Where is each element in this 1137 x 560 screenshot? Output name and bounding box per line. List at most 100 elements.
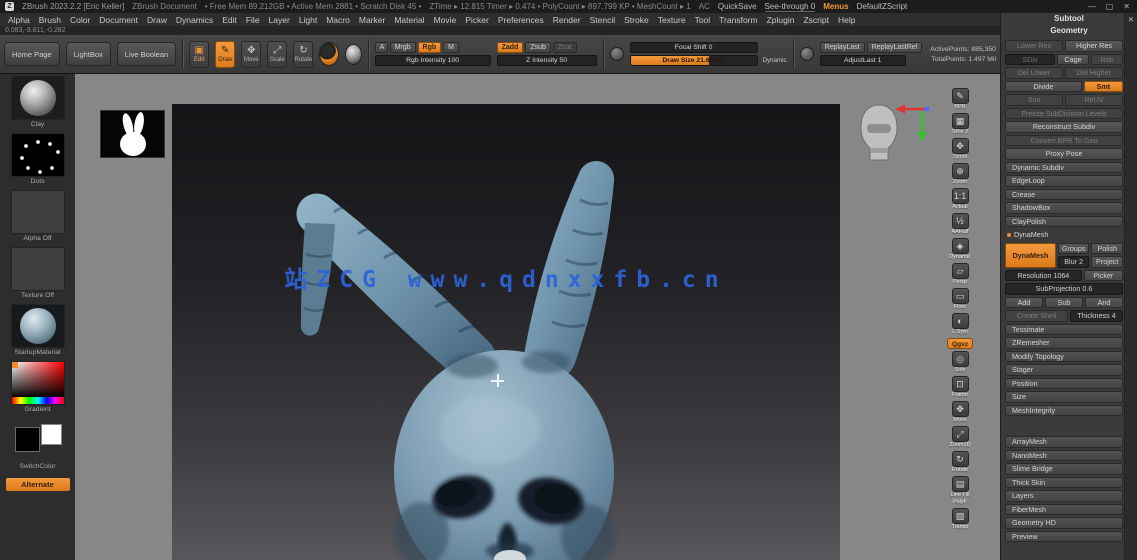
- qgvz-button[interactable]: Qgvz: [947, 338, 973, 349]
- shelf-item-l-sym[interactable]: ◐ L.Sym: [951, 313, 969, 336]
- adjust-gizmo-icon[interactable]: [799, 47, 814, 61]
- menu-layer[interactable]: Layer: [269, 15, 290, 25]
- blur-slider[interactable]: Blur 2: [1057, 256, 1090, 268]
- groups-toggle[interactable]: Groups: [1057, 242, 1090, 254]
- tessimate-section[interactable]: Tessimate: [1005, 323, 1123, 335]
- dynamesh-section-label[interactable]: DynaMesh: [1014, 230, 1048, 239]
- subprojection-slider[interactable]: SubProjection 0.6: [1005, 283, 1123, 295]
- shelf-item-line-fill-polyf[interactable]: ▤ Line Fill PolyF: [944, 476, 976, 506]
- black-swatch[interactable]: [14, 427, 40, 452]
- menu-material[interactable]: Material: [394, 15, 424, 25]
- menu-transform[interactable]: Transform: [719, 15, 757, 25]
- white-swatch[interactable]: [40, 424, 62, 445]
- panel-scrollbar[interactable]: [1124, 13, 1137, 560]
- rgb-intensity-slider[interactable]: Rgb Intensity 100: [374, 55, 491, 66]
- menu-alpha[interactable]: Alpha: [8, 15, 30, 25]
- section-preview[interactable]: Preview: [1005, 530, 1123, 542]
- adjust-last-slider[interactable]: AdjustLast 1: [819, 55, 906, 66]
- clay-thumbnail[interactable]: [10, 76, 65, 120]
- menu-movie[interactable]: Movie: [434, 15, 457, 25]
- shelf-item-solo[interactable]: ◎ Solo: [951, 351, 969, 374]
- menu-help[interactable]: Help: [838, 15, 855, 25]
- z-intensity-slider[interactable]: Z Intensity 50: [496, 55, 597, 66]
- skull-model[interactable]: [172, 104, 840, 560]
- menu-document[interactable]: Document: [99, 15, 138, 25]
- scale-mode-button[interactable]: ⤢ Scale: [267, 40, 288, 68]
- document-canvas[interactable]: 站ZCG www.qdnxxfb.cn: [172, 104, 840, 560]
- menu-render[interactable]: Render: [553, 15, 581, 25]
- menu-color[interactable]: Color: [70, 15, 90, 25]
- project-toggle[interactable]: Project: [1091, 256, 1124, 268]
- gradient-thumbnail[interactable]: [10, 361, 65, 405]
- section-arraymesh[interactable]: ArrayMesh: [1005, 436, 1123, 448]
- menu-edit[interactable]: Edit: [222, 15, 237, 25]
- shelf-item-persp[interactable]: ▱ Persp: [951, 263, 969, 286]
- shelf-item-qgvz[interactable]: Qgvz: [947, 338, 973, 349]
- hue-strip[interactable]: [11, 397, 64, 404]
- subtool-palette-header[interactable]: Subtool: [1001, 13, 1137, 25]
- section-geometry-hd[interactable]: Geometry HD: [1005, 517, 1123, 529]
- replay-last-button[interactable]: ReplayLast: [819, 42, 865, 53]
- texture-off-thumbnail[interactable]: [10, 247, 65, 291]
- claypolish-section[interactable]: ClayPolish: [1005, 215, 1123, 227]
- shelf-item-aahalf[interactable]: ½ AAHalf: [951, 213, 969, 236]
- rotate-mode-button[interactable]: ↻ Rotate: [293, 40, 314, 68]
- shelf-item-zoom3d[interactable]: ⤢ Zoom3D: [949, 426, 971, 449]
- del-higher-button[interactable]: Del Higher: [1065, 67, 1123, 79]
- m-button[interactable]: M: [443, 42, 459, 53]
- zsub-button[interactable]: Zsub: [525, 42, 551, 53]
- zcut-button[interactable]: Zcut: [552, 42, 577, 53]
- panel-close-icon[interactable]: ✕: [1128, 15, 1134, 24]
- brush-alpha-preview[interactable]: [100, 110, 165, 158]
- suv-toggle[interactable]: Suv: [1005, 94, 1063, 106]
- meshintegrity-section[interactable]: MeshIntegrity: [1005, 404, 1123, 416]
- del-lower-button[interactable]: Del Lower: [1005, 67, 1063, 79]
- current-brush-icon[interactable]: [319, 42, 339, 66]
- freeze-subdivision-button[interactable]: Freeze SubDivision Levels: [1005, 107, 1123, 119]
- dots-thumbnail[interactable]: [10, 133, 65, 177]
- zremesher-section[interactable]: ZRemesher: [1005, 337, 1123, 349]
- default-zscript-button[interactable]: DefaultZScript: [857, 2, 908, 11]
- alpha-off-thumbnail[interactable]: [10, 190, 65, 234]
- stager-section[interactable]: Stager: [1005, 364, 1123, 376]
- alternate-button[interactable]: Alternate: [5, 478, 70, 491]
- cage-button[interactable]: Cage: [1057, 53, 1089, 65]
- shelf-item-rotate[interactable]: ↻ Rotate: [951, 451, 969, 474]
- move-mode-button[interactable]: ✥ Move: [241, 40, 262, 68]
- section-nanomesh[interactable]: NanoMesh: [1005, 449, 1123, 461]
- shelf-item-floor[interactable]: ▭ Floor: [951, 288, 969, 311]
- menu-file[interactable]: File: [246, 15, 260, 25]
- section-fibermesh[interactable]: FiberMesh: [1005, 503, 1123, 515]
- modify-topology-section[interactable]: Modify Topology: [1005, 350, 1123, 362]
- shelf-item-zoom[interactable]: ⊕ Zoom: [951, 163, 969, 186]
- menu-zscript[interactable]: Zscript: [803, 15, 829, 25]
- section-slime-bridge[interactable]: Slime Bridge: [1005, 463, 1123, 475]
- shelf-item-actual[interactable]: 1:1 Actual: [951, 188, 969, 211]
- maximize-button[interactable]: ▢: [1106, 2, 1114, 11]
- edgeloop-section[interactable]: EdgeLoop: [1005, 175, 1123, 187]
- menu-dynamics[interactable]: Dynamics: [176, 15, 213, 25]
- shadowbox-section[interactable]: ShadowBox: [1005, 202, 1123, 214]
- dynamesh-button[interactable]: DynaMesh: [1005, 242, 1056, 268]
- menu-light[interactable]: Light: [299, 15, 317, 25]
- lightbox-button[interactable]: LightBox: [65, 42, 111, 66]
- shelf-item-transp[interactable]: ▨ Transp: [951, 508, 969, 531]
- resolution-slider[interactable]: Resolution 1064: [1005, 269, 1082, 281]
- edit-mode-button[interactable]: ▣ Edit: [189, 40, 210, 68]
- home-page-button[interactable]: Home Page: [4, 42, 60, 66]
- menu-marker[interactable]: Marker: [359, 15, 385, 25]
- minimize-button[interactable]: —: [1088, 2, 1096, 11]
- and-toggle[interactable]: And: [1085, 296, 1123, 308]
- section-thick-skin[interactable]: Thick Skin: [1005, 476, 1123, 488]
- shelf-item-scroll[interactable]: ✥ Scroll: [951, 138, 969, 161]
- rstr-button[interactable]: Rstr: [1091, 53, 1123, 65]
- menu-stroke[interactable]: Stroke: [624, 15, 649, 25]
- dynamic-subdiv-section[interactable]: Dynamic Subdiv: [1005, 161, 1123, 173]
- crease-section[interactable]: Crease: [1005, 188, 1123, 200]
- dynamic-label[interactable]: Dynamic: [763, 57, 787, 64]
- create-shell-button[interactable]: Create Shell: [1005, 310, 1069, 322]
- menu-texture[interactable]: Texture: [658, 15, 686, 25]
- convert-bpr-button[interactable]: Convert BPR To Geo: [1005, 134, 1123, 146]
- live-boolean-button[interactable]: Live Boolean: [116, 42, 177, 66]
- menu-tool[interactable]: Tool: [695, 15, 711, 25]
